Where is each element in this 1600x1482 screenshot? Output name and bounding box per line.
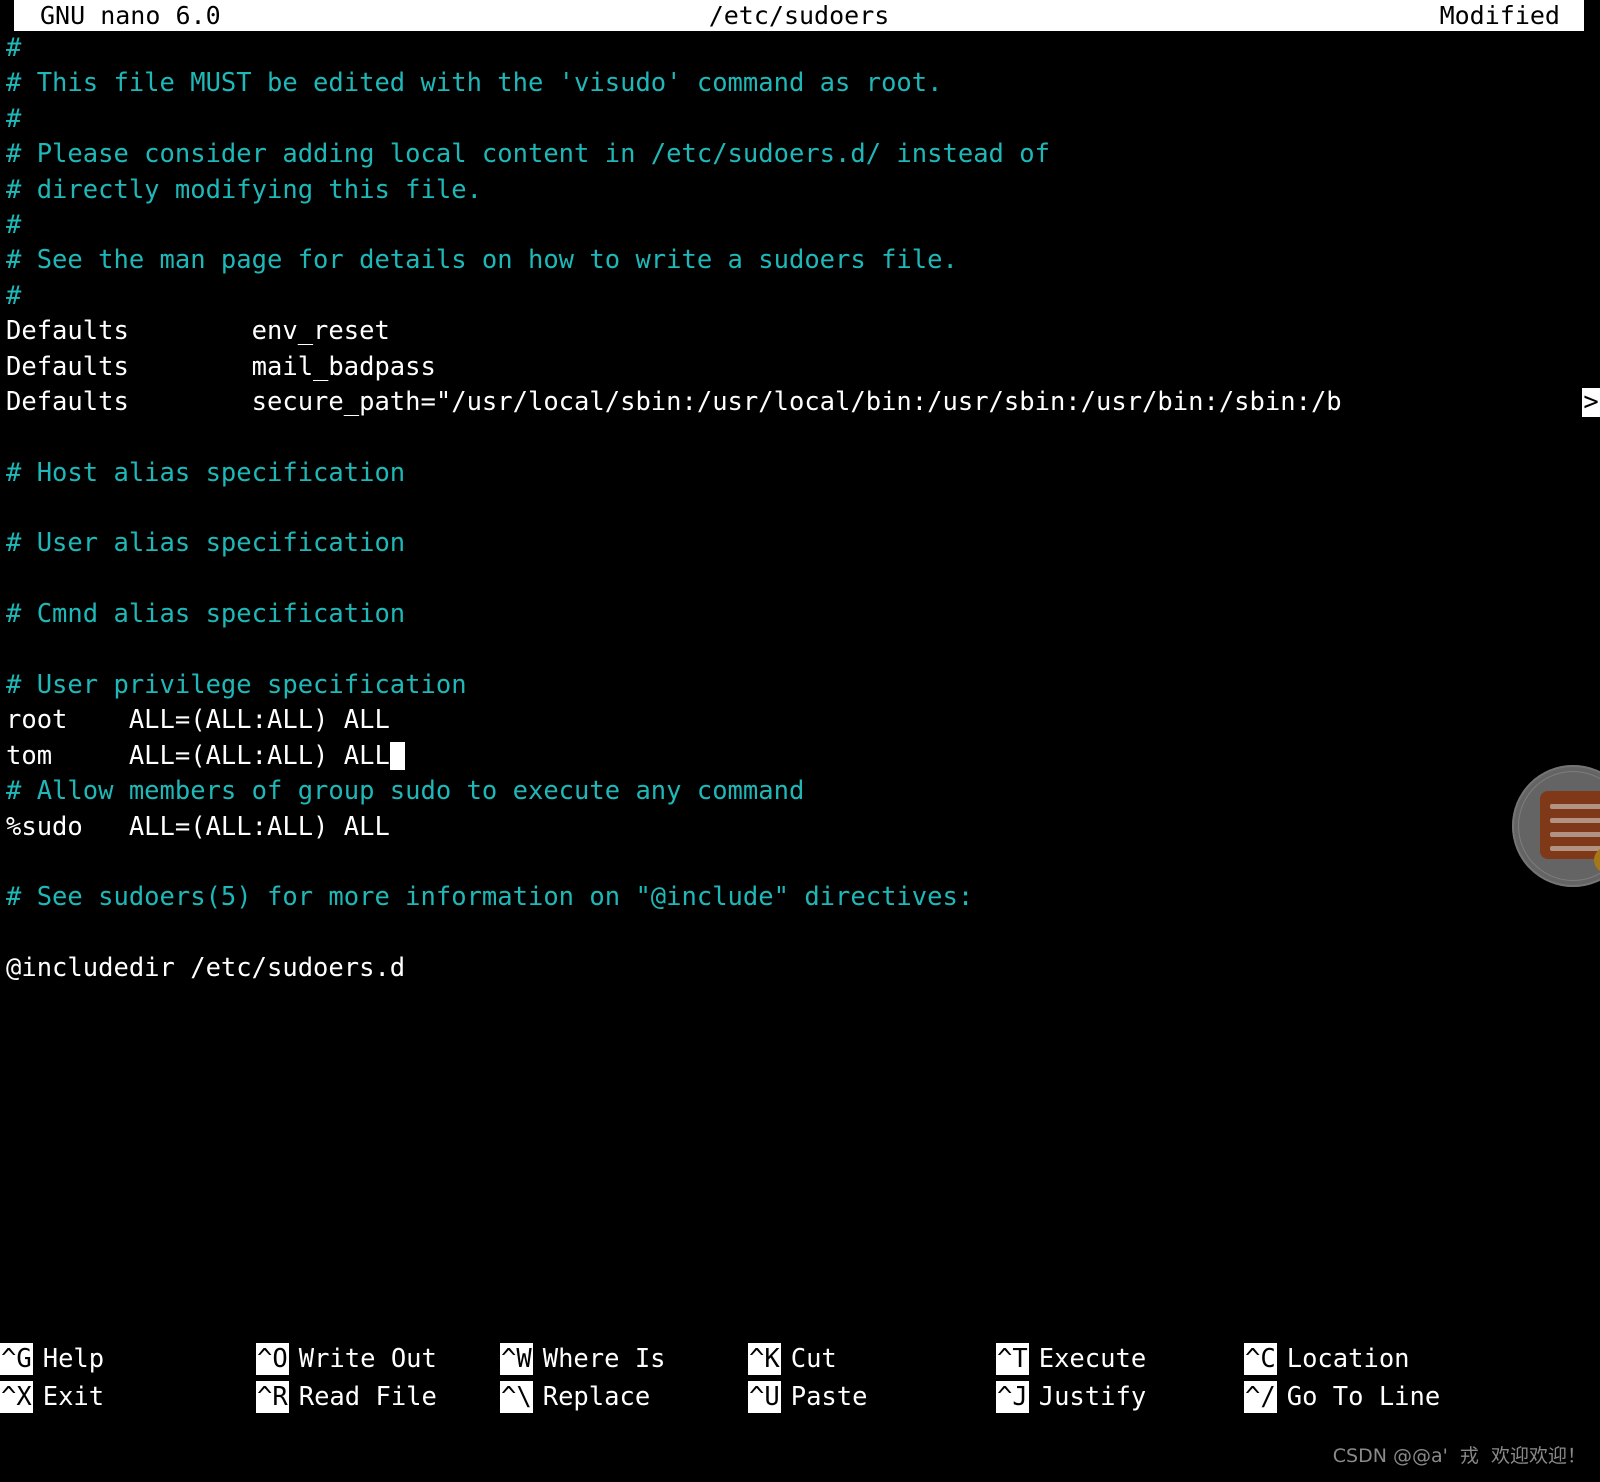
line-continuation-marker: > <box>1582 386 1600 417</box>
comment-text: # <box>6 103 22 134</box>
editor-line[interactable]: # <box>0 208 1600 243</box>
shortcut-label: Location <box>1286 1344 1410 1374</box>
shortcut-label: Execute <box>1038 1344 1147 1374</box>
comment-text: # Please consider adding local content i… <box>6 139 1050 170</box>
code-text: %sudo ALL=(ALL:ALL) ALL <box>6 811 390 842</box>
editor-line[interactable]: # <box>0 279 1600 314</box>
shortcut-go-to-line[interactable]: ^/ Go To Line <box>1244 1378 1440 1416</box>
editor-line[interactable]: # Cmnd alias specification <box>0 597 1600 632</box>
editor-line[interactable]: # Host alias specification <box>0 456 1600 491</box>
comment-text: # See the man page for details on how to… <box>6 245 958 276</box>
shortcut-key: ^U <box>748 1381 781 1413</box>
comment-text: # Allow members of group sudo to execute… <box>6 776 805 807</box>
watermark: CSDN @@a' 戎 欢迎欢迎！ <box>1332 1445 1586 1467</box>
code-text: Defaults mail_badpass <box>6 351 436 382</box>
shortcut-label: Justify <box>1038 1382 1147 1412</box>
shortcut-paste[interactable]: ^U Paste <box>748 1378 867 1416</box>
comment-text: # <box>6 280 22 311</box>
shortcut-write-out[interactable]: ^O Write Out <box>256 1340 437 1378</box>
editor-line[interactable] <box>0 420 1600 455</box>
shortcut-read-file[interactable]: ^R Read File <box>256 1378 437 1416</box>
editor-line[interactable]: %sudo ALL=(ALL:ALL) ALL <box>0 810 1600 845</box>
shortcut-key: ^K <box>748 1343 781 1375</box>
comment-text: # Cmnd alias specification <box>6 599 406 630</box>
shortcut-key: ^\ <box>500 1381 533 1413</box>
shortcut-label: Help <box>42 1344 105 1374</box>
editor-line[interactable] <box>0 633 1600 668</box>
editor-line[interactable]: # <box>0 31 1600 66</box>
modified-badge: Modified <box>1439 1 1560 30</box>
shortcut-key: ^X <box>0 1381 33 1413</box>
editor-line[interactable] <box>0 845 1600 880</box>
comment-text: # <box>6 209 22 240</box>
file-path: /etc/sudoers <box>708 1 890 30</box>
shortcut-label: Go To Line <box>1286 1382 1441 1412</box>
shortcut-label: Where Is <box>542 1344 666 1374</box>
shortcut-key: ^/ <box>1244 1381 1277 1413</box>
editor-line[interactable]: # See sudoers(5) for more information on… <box>0 880 1600 915</box>
shortcut-row-2: ^X Exit ^R Read File ^\ Replace ^U Paste ^J Justi… <box>0 1378 1600 1416</box>
editor-line[interactable]: @includedir /etc/sudoers.d <box>0 951 1600 986</box>
code-text: Defaults env_reset <box>6 316 390 347</box>
comment-text: # This file MUST be edited with the 'vis… <box>6 68 943 99</box>
editor-buffer[interactable]: # # This file MUST be edited with the 'vi… <box>0 31 1600 1321</box>
code-text: root ALL=(ALL:ALL) ALL <box>6 705 390 736</box>
editor-line[interactable]: Defaults env_reset <box>0 314 1600 349</box>
shortcut-cut[interactable]: ^K Cut <box>748 1340 837 1378</box>
comment-text: # User privilege specification <box>6 670 467 701</box>
shortcut-label: Exit <box>42 1382 105 1412</box>
shortcut-execute[interactable]: ^T Execute <box>996 1340 1146 1378</box>
text-cursor <box>389 741 405 770</box>
comment-text: # User alias specification <box>6 528 406 559</box>
document-icon <box>1540 791 1600 859</box>
editor-line[interactable]: tom ALL=(ALL:ALL) ALL <box>0 739 1600 774</box>
shortcut-justify[interactable]: ^J Justify <box>996 1378 1146 1416</box>
editor-line[interactable]: # This file MUST be edited with the 'vis… <box>0 66 1600 101</box>
editor-line[interactable]: Defaults secure_path="/usr/local/sbin:/u… <box>0 385 1600 420</box>
shortcut-label: Write Out <box>298 1344 437 1374</box>
comment-text: # <box>6 33 22 63</box>
shortcut-bar: ^G Help ^O Write Out ^W Where Is ^K Cut ^T Execut… <box>0 1340 1600 1416</box>
code-text: tom ALL=(ALL:ALL) ALL <box>6 740 390 771</box>
editor-line[interactable]: # User privilege specification <box>0 668 1600 703</box>
comment-text: # Host alias specification <box>6 457 406 488</box>
shortcut-label: Paste <box>790 1382 868 1412</box>
comment-text: # See sudoers(5) for more information on… <box>6 882 974 913</box>
titlebar-bar: GNU nano 6.0 /etc/sudoers Modified <box>14 0 1584 31</box>
shortcut-key: ^W <box>500 1343 533 1375</box>
code-text: @includedir /etc/sudoers.d <box>6 953 406 984</box>
shortcut-key: ^C <box>1244 1343 1277 1375</box>
editor-line[interactable]: root ALL=(ALL:ALL) ALL <box>0 703 1600 738</box>
shortcut-location[interactable]: ^C Location <box>1244 1340 1410 1378</box>
editor-line[interactable]: # User alias specification <box>0 526 1600 561</box>
shortcut-label: Replace <box>542 1382 651 1412</box>
shortcut-key: ^R <box>256 1381 289 1413</box>
editor-line[interactable]: # Allow members of group sudo to execute… <box>0 774 1600 809</box>
nano-terminal-window: GNU nano 6.0 /etc/sudoers Modified # # Th… <box>0 0 1600 1482</box>
shortcut-replace[interactable]: ^\ Replace <box>500 1378 650 1416</box>
editor-line[interactable]: # See the man page for details on how to… <box>0 243 1600 278</box>
shortcut-help[interactable]: ^G Help <box>0 1340 104 1378</box>
editor-line[interactable] <box>0 916 1600 951</box>
editor-line[interactable]: # Please consider adding local content i… <box>0 137 1600 172</box>
shortcut-exit[interactable]: ^X Exit <box>0 1378 104 1416</box>
shortcut-where-is[interactable]: ^W Where Is <box>500 1340 666 1378</box>
editor-line[interactable]: # <box>0 102 1600 137</box>
shortcut-key: ^G <box>0 1343 33 1375</box>
shortcut-row-1: ^G Help ^O Write Out ^W Where Is ^K Cut ^T Execut… <box>0 1340 1600 1378</box>
shortcut-label: Read File <box>298 1382 437 1412</box>
editor-line[interactable]: # directly modifying this file. <box>0 173 1600 208</box>
editor-line[interactable] <box>0 562 1600 597</box>
editor-line[interactable]: Defaults mail_badpass <box>0 350 1600 385</box>
editor-line[interactable] <box>0 491 1600 526</box>
titlebar: GNU nano 6.0 /etc/sudoers Modified <box>0 0 1600 31</box>
shortcut-key: ^T <box>996 1343 1029 1375</box>
code-text: Defaults secure_path="/usr/local/sbin:/u… <box>6 386 1342 417</box>
shortcut-key: ^J <box>996 1381 1029 1413</box>
comment-text: # directly modifying this file. <box>6 174 482 205</box>
shortcut-key: ^O <box>256 1343 289 1375</box>
shortcut-label: Cut <box>790 1344 837 1374</box>
